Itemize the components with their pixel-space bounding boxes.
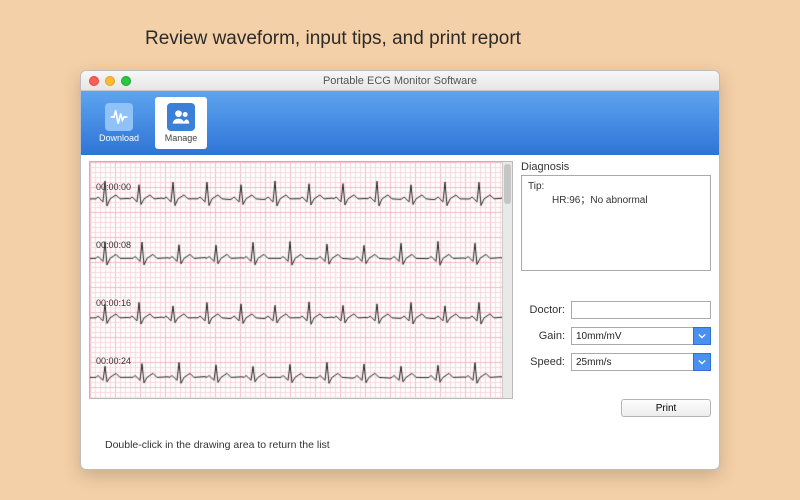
gain-label: Gain:: [521, 330, 565, 342]
doctor-row: Doctor:: [521, 301, 711, 319]
hint-text: Double-click in the drawing area to retu…: [89, 439, 711, 451]
gain-row: Gain: 10mm/mV: [521, 327, 711, 345]
waveform-icon: [105, 103, 133, 131]
download-label: Download: [99, 133, 139, 143]
doctor-label: Doctor:: [521, 304, 565, 316]
download-button[interactable]: Download: [93, 97, 145, 149]
gain-value: 10mm/mV: [571, 327, 693, 345]
diagnosis-tip-label: Tip:: [528, 180, 704, 194]
ecg-scrollbar-thumb[interactable]: [504, 164, 511, 204]
print-button[interactable]: Print: [621, 399, 711, 417]
ecg-timestamp: 00:00:00: [96, 182, 131, 192]
speed-label: Speed:: [521, 356, 565, 368]
ecg-timestamp: 00:00:24: [96, 356, 131, 366]
speed-value: 25mm/s: [571, 353, 693, 371]
page-headline: Review waveform, input tips, and print r…: [145, 28, 521, 50]
ecg-canvas: [90, 162, 513, 399]
ecg-drawing-area[interactable]: 00:00:00 00:00:08 00:00:16 00:00:24: [89, 161, 513, 399]
chevron-down-icon[interactable]: [693, 327, 711, 345]
window-title: Portable ECG Monitor Software: [81, 75, 719, 87]
toolbar: Download Manage: [81, 91, 719, 155]
speed-select[interactable]: 25mm/s: [571, 353, 711, 371]
gain-select[interactable]: 10mm/mV: [571, 327, 711, 345]
ecg-scrollbar[interactable]: [502, 162, 512, 398]
manage-button[interactable]: Manage: [155, 97, 207, 149]
diagnosis-tip-text: HR:96；No abnormal: [528, 194, 704, 208]
app-window: Portable ECG Monitor Software Download M…: [80, 70, 720, 470]
speed-row: Speed: 25mm/s: [521, 353, 711, 371]
manage-label: Manage: [165, 133, 198, 143]
diagnosis-label: Diagnosis: [521, 161, 711, 173]
ecg-timestamp: 00:00:08: [96, 240, 131, 250]
titlebar: Portable ECG Monitor Software: [81, 71, 719, 91]
diagnosis-box: Tip: HR:96；No abnormal: [521, 175, 711, 271]
users-icon: [167, 103, 195, 131]
ecg-timestamp: 00:00:16: [96, 298, 131, 308]
content-area: 00:00:00 00:00:08 00:00:16 00:00:24 Diag…: [81, 155, 719, 469]
chevron-down-icon[interactable]: [693, 353, 711, 371]
doctor-input[interactable]: [571, 301, 711, 319]
side-panel: Diagnosis Tip: HR:96；No abnormal Doctor:…: [521, 161, 711, 417]
